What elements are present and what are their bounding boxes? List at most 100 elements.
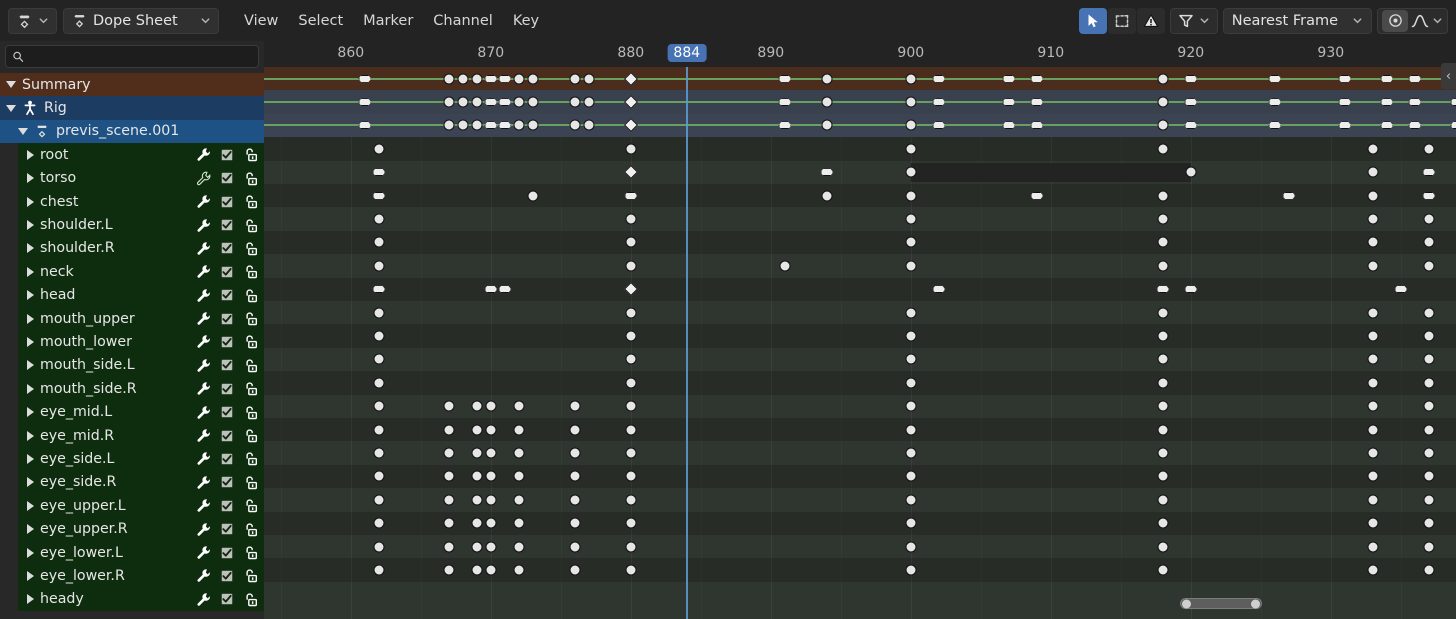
keyframe-circle[interactable] — [905, 143, 916, 154]
keyframe-hex[interactable] — [1184, 75, 1197, 83]
keyframe-circle[interactable] — [373, 260, 384, 271]
keyframe-circle[interactable] — [1423, 448, 1434, 459]
unlocked-padlock-icon[interactable] — [243, 264, 258, 279]
keyframe-circle[interactable] — [905, 518, 916, 529]
keyframe-circle[interactable] — [1423, 143, 1434, 154]
sidebar-collapse-arrow[interactable]: ‹ — [1441, 63, 1456, 89]
unlocked-padlock-icon[interactable] — [243, 381, 258, 396]
keyframe-diamond[interactable] — [624, 72, 638, 86]
expand-triangle-right-icon[interactable] — [27, 407, 34, 417]
keyframe-circle[interactable] — [905, 120, 916, 131]
keyframe-hex[interactable] — [1002, 75, 1015, 83]
unlocked-padlock-icon[interactable] — [243, 475, 258, 490]
keyframe-circle[interactable] — [821, 97, 832, 108]
keyframe-circle[interactable] — [1157, 120, 1168, 131]
scrollbar-handle-left[interactable] — [1182, 599, 1191, 608]
checkbox-checked-icon[interactable] — [220, 569, 234, 583]
keyframe-hex[interactable] — [1184, 285, 1197, 293]
expand-triangle-right-icon[interactable] — [27, 243, 34, 253]
checkbox-checked-icon[interactable] — [220, 405, 234, 419]
keyframe-hex[interactable] — [1282, 192, 1295, 200]
keyframe-hex[interactable] — [372, 192, 385, 200]
keyframe-hex[interactable] — [932, 98, 945, 106]
keyframe-circle[interactable] — [443, 97, 454, 108]
unlocked-padlock-icon[interactable] — [243, 358, 258, 373]
keyframe-hex[interactable] — [1030, 75, 1043, 83]
checkbox-checked-icon[interactable] — [220, 499, 234, 513]
keyframe-circle[interactable] — [1423, 214, 1434, 225]
editor-mode-dropdown[interactable]: Dope Sheet — [63, 8, 219, 34]
keyframe-circle[interactable] — [569, 494, 580, 505]
keyframe-circle[interactable] — [625, 494, 636, 505]
keyframe-circle[interactable] — [513, 120, 524, 131]
checkbox-checked-icon[interactable] — [220, 592, 234, 606]
keyframe-hex[interactable] — [1156, 285, 1169, 293]
current-frame-indicator[interactable]: 884 — [667, 44, 706, 62]
keyframe-diamond[interactable] — [624, 165, 638, 179]
keyframe-circle[interactable] — [471, 494, 482, 505]
keyframe-circle[interactable] — [1157, 471, 1168, 482]
keyframe-circle[interactable] — [443, 541, 454, 552]
keyframe-circle[interactable] — [513, 494, 524, 505]
keyframe-hex[interactable] — [484, 121, 497, 129]
keyframe-circle[interactable] — [905, 354, 916, 365]
keyframe-circle[interactable] — [471, 73, 482, 84]
keyframe-circle[interactable] — [443, 424, 454, 435]
keyframe-circle[interactable] — [1367, 214, 1378, 225]
keyframe-hex[interactable] — [372, 285, 385, 293]
keyframe-hex[interactable] — [932, 285, 945, 293]
horizontal-scrollbar[interactable] — [1180, 598, 1262, 609]
keyframe-hex[interactable] — [1408, 98, 1421, 106]
keyframe-circle[interactable] — [1367, 424, 1378, 435]
keyframe-circle[interactable] — [905, 97, 916, 108]
menu-view[interactable]: View — [235, 9, 287, 33]
keyframe-circle[interactable] — [513, 565, 524, 576]
keyframe-circle[interactable] — [625, 424, 636, 435]
keyframe-hex[interactable] — [1380, 121, 1393, 129]
keyframe-hex[interactable] — [932, 121, 945, 129]
keyframe-circle[interactable] — [471, 120, 482, 131]
keyframe-hex[interactable] — [1184, 98, 1197, 106]
keyframe-circle[interactable] — [905, 377, 916, 388]
keyframe-circle[interactable] — [1367, 190, 1378, 201]
keyframe-circle[interactable] — [905, 237, 916, 248]
checkbox-checked-icon[interactable] — [220, 265, 234, 279]
unlocked-padlock-icon[interactable] — [243, 568, 258, 583]
keyframe-circle[interactable] — [373, 424, 384, 435]
unlocked-padlock-icon[interactable] — [243, 241, 258, 256]
expand-triangle-right-icon[interactable] — [27, 290, 34, 300]
keyframe-circle[interactable] — [513, 401, 524, 412]
keyframe-circle[interactable] — [443, 73, 454, 84]
keyframe-hex[interactable] — [778, 98, 791, 106]
keyframe-hex[interactable] — [358, 98, 371, 106]
timeline-ruler[interactable]: 860870880890900910920930884 — [264, 41, 1456, 67]
keyframe-circle[interactable] — [485, 448, 496, 459]
keyframe-circle[interactable] — [457, 73, 468, 84]
keyframe-diamond[interactable] — [624, 95, 638, 109]
keyframe-circle[interactable] — [1185, 167, 1196, 178]
keyframe-circle[interactable] — [905, 401, 916, 412]
keyframe-circle[interactable] — [1157, 541, 1168, 552]
keyframe-circle[interactable] — [373, 401, 384, 412]
keyframe-circle[interactable] — [625, 331, 636, 342]
keyframe-circle[interactable] — [373, 354, 384, 365]
keyframe-hex[interactable] — [484, 98, 497, 106]
keyframe-circle[interactable] — [625, 401, 636, 412]
keyframe-circle[interactable] — [625, 565, 636, 576]
keyframe-circle[interactable] — [471, 541, 482, 552]
expand-triangle-right-icon[interactable] — [27, 524, 34, 534]
keyframe-circle[interactable] — [569, 541, 580, 552]
keyframe-circle[interactable] — [905, 471, 916, 482]
expand-triangle-down-icon[interactable] — [18, 128, 28, 135]
keyframe-circle[interactable] — [905, 424, 916, 435]
unlocked-padlock-icon[interactable] — [243, 194, 258, 209]
channel-row-bone[interactable]: root — [18, 143, 264, 166]
checkbox-checked-icon[interactable] — [220, 335, 234, 349]
unlocked-padlock-icon[interactable] — [243, 428, 258, 443]
unlocked-padlock-icon[interactable] — [243, 498, 258, 513]
keyframe-hex[interactable] — [1184, 121, 1197, 129]
keyframe-circle[interactable] — [443, 565, 454, 576]
keyframe-row[interactable] — [264, 67, 1456, 90]
keyframe-circle[interactable] — [1157, 260, 1168, 271]
expand-triangle-right-icon[interactable] — [27, 337, 34, 347]
